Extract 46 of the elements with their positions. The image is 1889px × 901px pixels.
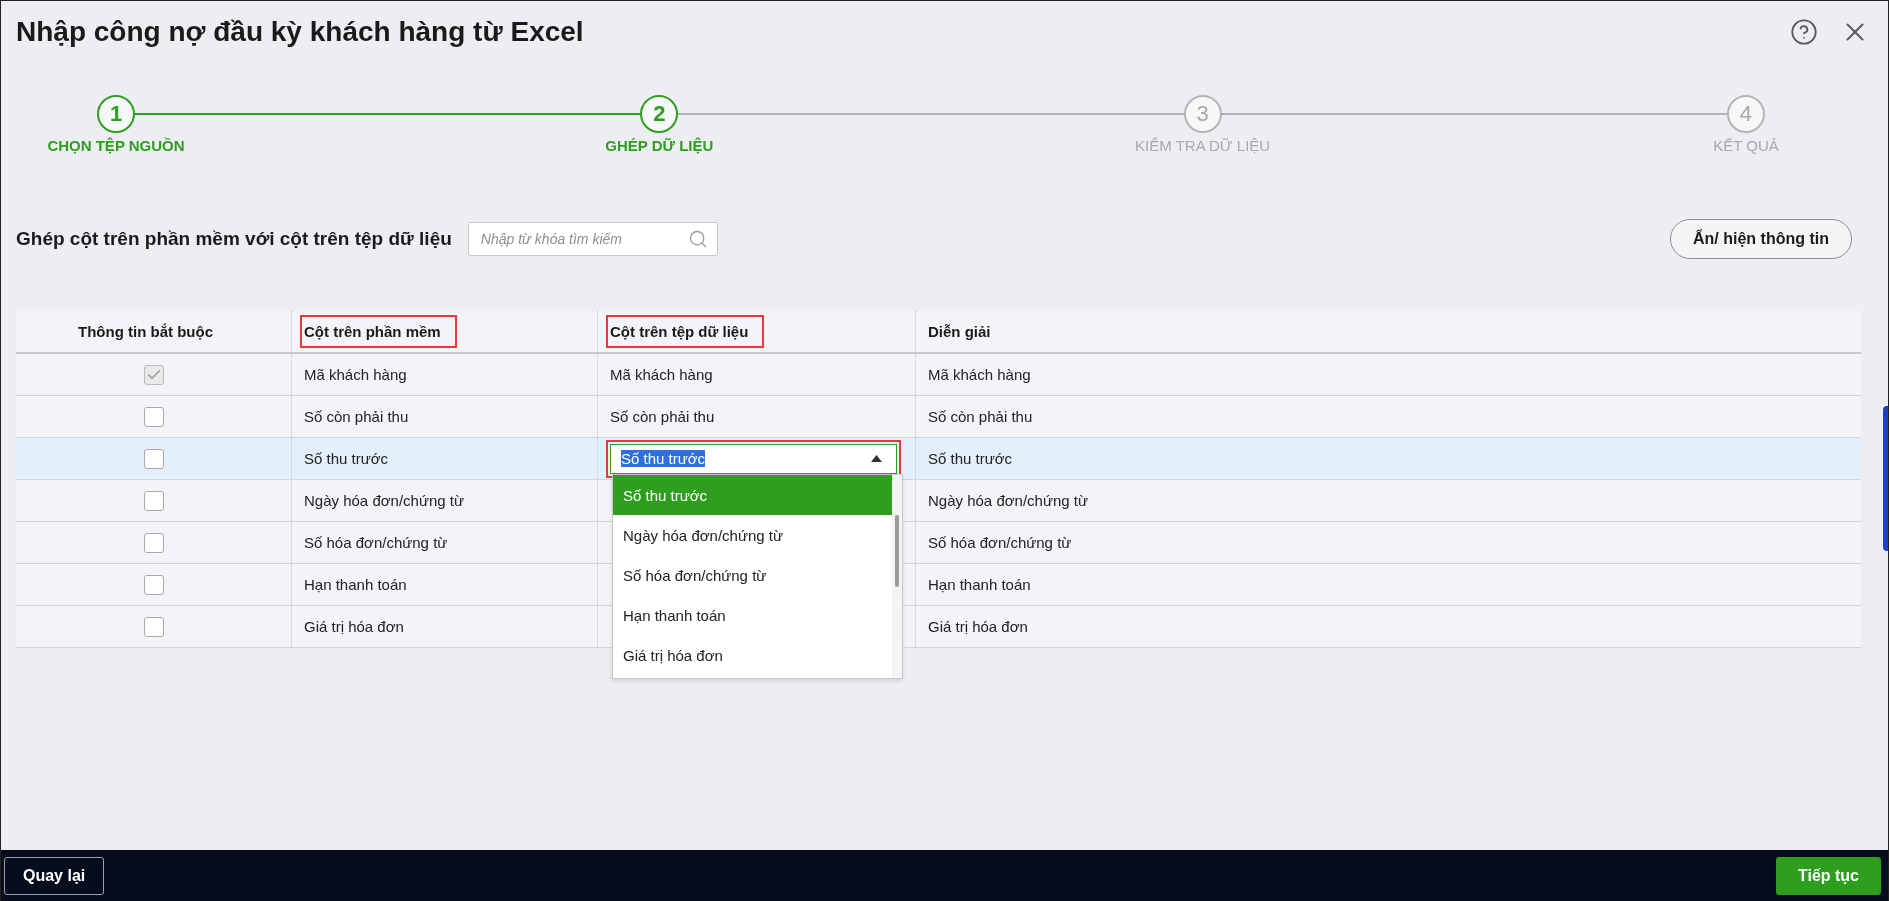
step-label: KIỂM TRA DỮ LIỆU — [1135, 137, 1271, 154]
checkbox[interactable] — [143, 532, 164, 553]
step-number: 1 — [97, 95, 135, 133]
table-row[interactable]: Số còn phải thu Số còn phải thu Số còn phải thu — [16, 396, 1861, 438]
column-header: Thông tin bắt buộc — [77, 322, 214, 342]
table-cell: Ngày hóa đơn/chứng từ — [304, 492, 464, 509]
table-cell: Số còn phải thu — [610, 408, 715, 425]
search-field[interactable]: Nhập từ khóa tìm kiếm — [467, 222, 718, 256]
table-cell: Hạn thanh toán — [304, 576, 407, 593]
selected-text: Số thu trước — [621, 450, 706, 467]
toggle-info-button[interactable]: Ẩn/ hiện thông tin — [1670, 219, 1852, 259]
column-header: Cột trên tệp dữ liệu — [606, 315, 765, 348]
checkbox[interactable] — [143, 448, 164, 469]
window-title: Nhập công nợ đầu kỳ khách hàng từ Excel — [16, 16, 584, 48]
back-button[interactable]: Quay lại — [4, 856, 105, 895]
table-cell: Ngày hóa đơn/chứng từ — [928, 492, 1088, 509]
table-cell: Số thu trước — [304, 450, 389, 467]
help-icon[interactable] — [1790, 18, 1818, 46]
table-cell: Mã khách hàng — [304, 366, 407, 383]
table-cell: Mã khách hàng — [928, 366, 1031, 383]
table-cell: Số hóa đơn/chứng từ — [928, 534, 1072, 551]
checkbox[interactable] — [143, 616, 164, 637]
table-cell: Hạn thanh toán — [928, 576, 1031, 593]
table-cell: Số hóa đơn/chứng từ — [304, 534, 448, 551]
table-cell: Số còn phải thu — [928, 408, 1033, 425]
table-cell: Giá trị hóa đơn — [304, 618, 404, 635]
table-cell: Giá trị hóa đơn — [928, 618, 1028, 635]
table-cell: Số còn phải thu — [304, 408, 409, 425]
column-header: Diễn giải — [927, 322, 992, 342]
step-number: 3 — [1183, 95, 1222, 133]
column-header: Cột trên phần mềm — [300, 315, 457, 348]
step-label: GHÉP DỮ LIỆU — [605, 137, 714, 154]
step-label: KẾT QUẢ — [1713, 137, 1779, 154]
section-heading: Ghép cột trên phần mềm với cột trên tệp dữ liệu — [16, 228, 452, 250]
caret-up-icon — [871, 455, 882, 462]
search-icon — [687, 229, 708, 249]
column-select[interactable]: Số thu trước — [610, 443, 897, 474]
step-number: 2 — [640, 95, 679, 133]
checkbox[interactable] — [143, 406, 164, 427]
step-label: CHỌN TỆP NGUỒN — [47, 137, 185, 154]
checkbox[interactable] — [143, 574, 164, 595]
step-number: 4 — [1727, 95, 1765, 133]
table-cell: Mã khách hàng — [610, 366, 713, 383]
checkbox[interactable] — [143, 490, 164, 511]
scrollbar[interactable] — [892, 475, 902, 678]
table-cell: Số thu trước — [928, 450, 1013, 467]
